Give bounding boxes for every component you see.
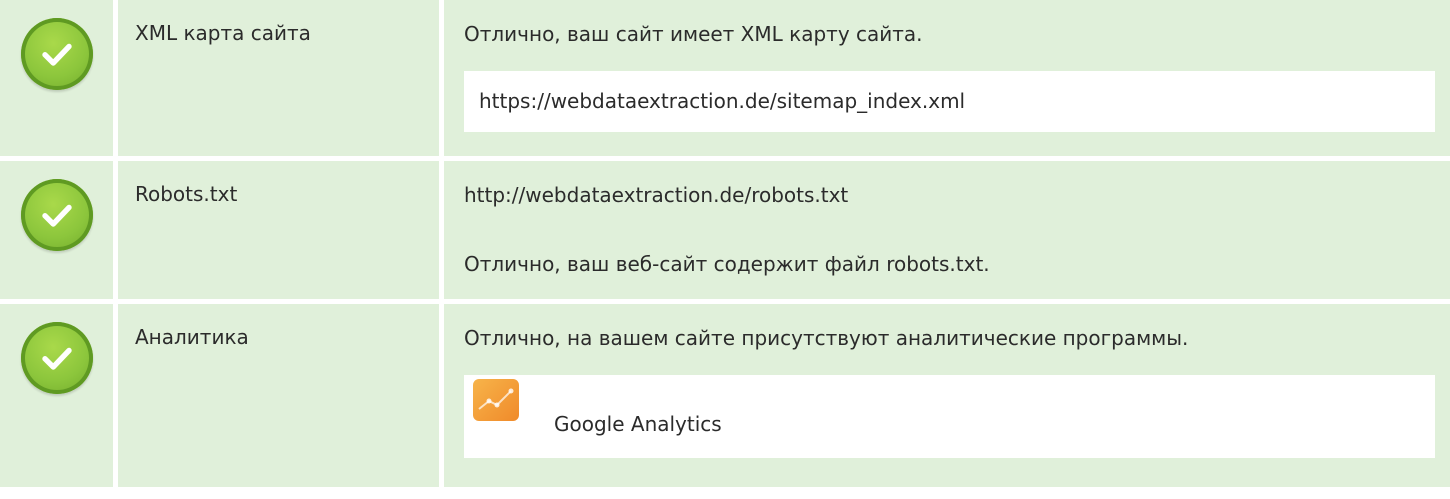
check-success-icon (20, 322, 93, 394)
check-label: XML карта сайта (118, 0, 439, 156)
check-message: Отлично, ваш сайт имеет XML карту сайта. (464, 22, 923, 46)
check-row-analytics: Аналитика Отлично, на вашем сайте присут… (0, 304, 1450, 487)
check-message: Отлично, ваш веб-сайт содержит файл robo… (464, 252, 990, 276)
status-cell (0, 0, 113, 156)
check-label: Аналитика (118, 304, 439, 487)
sitemap-url-box: https://webdataextraction.de/sitemap_ind… (464, 71, 1435, 132)
check-row-sitemap: XML карта сайта Отлично, ваш сайт имеет … (0, 0, 1450, 156)
check-message: Отлично, на вашем сайте присутствуют ана… (464, 326, 1189, 350)
analytics-tool-item: Google Analytics (464, 375, 1435, 458)
status-cell (0, 161, 113, 299)
check-success-icon (20, 18, 93, 90)
check-content: Отлично, на вашем сайте присутствуют ана… (444, 304, 1450, 487)
check-content: http://webdataextraction.de/robots.txt О… (444, 161, 1450, 299)
sitemap-url[interactable]: https://webdataextraction.de/sitemap_ind… (479, 85, 965, 118)
check-success-icon (20, 179, 93, 251)
seo-check-list: XML карта сайта Отлично, ваш сайт имеет … (0, 0, 1450, 487)
check-row-robots: Robots.txt http://webdataextraction.de/r… (0, 161, 1450, 299)
analytics-tool-name: Google Analytics (554, 412, 722, 436)
status-cell (0, 304, 113, 487)
google-analytics-icon (473, 379, 519, 421)
check-label: Robots.txt (118, 161, 439, 299)
check-content: Отлично, ваш сайт имеет XML карту сайта.… (444, 0, 1450, 156)
robots-url[interactable]: http://webdataextraction.de/robots.txt (464, 179, 1450, 212)
